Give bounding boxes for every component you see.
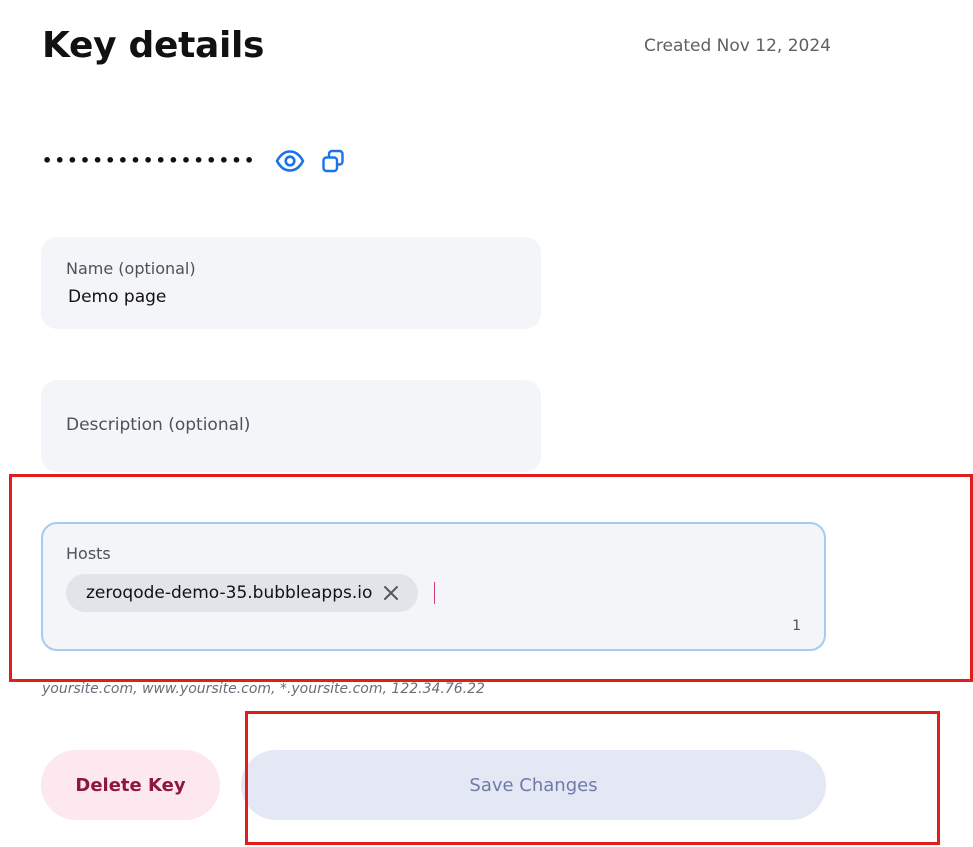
api-key-row: ••••••••••••••••• [42, 145, 345, 177]
name-field-value[interactable]: Demo page [68, 287, 166, 307]
page-title: Key details [42, 25, 265, 66]
highlight-box-hosts [9, 474, 973, 682]
eye-icon[interactable] [275, 149, 305, 173]
description-field[interactable]: Description (optional) [41, 380, 541, 472]
hosts-hint: yoursite.com, www.yoursite.com, *.yoursi… [42, 681, 485, 697]
name-field[interactable]: Name (optional) Demo page [41, 237, 541, 329]
created-date: Created Nov 12, 2024 [644, 36, 831, 56]
highlight-box-save [245, 711, 940, 845]
masked-api-key: ••••••••••••••••• [42, 151, 257, 170]
description-field-label: Description (optional) [66, 415, 251, 435]
copy-icon[interactable] [321, 149, 345, 173]
delete-key-button[interactable]: Delete Key [41, 750, 220, 820]
name-field-label: Name (optional) [66, 259, 196, 278]
